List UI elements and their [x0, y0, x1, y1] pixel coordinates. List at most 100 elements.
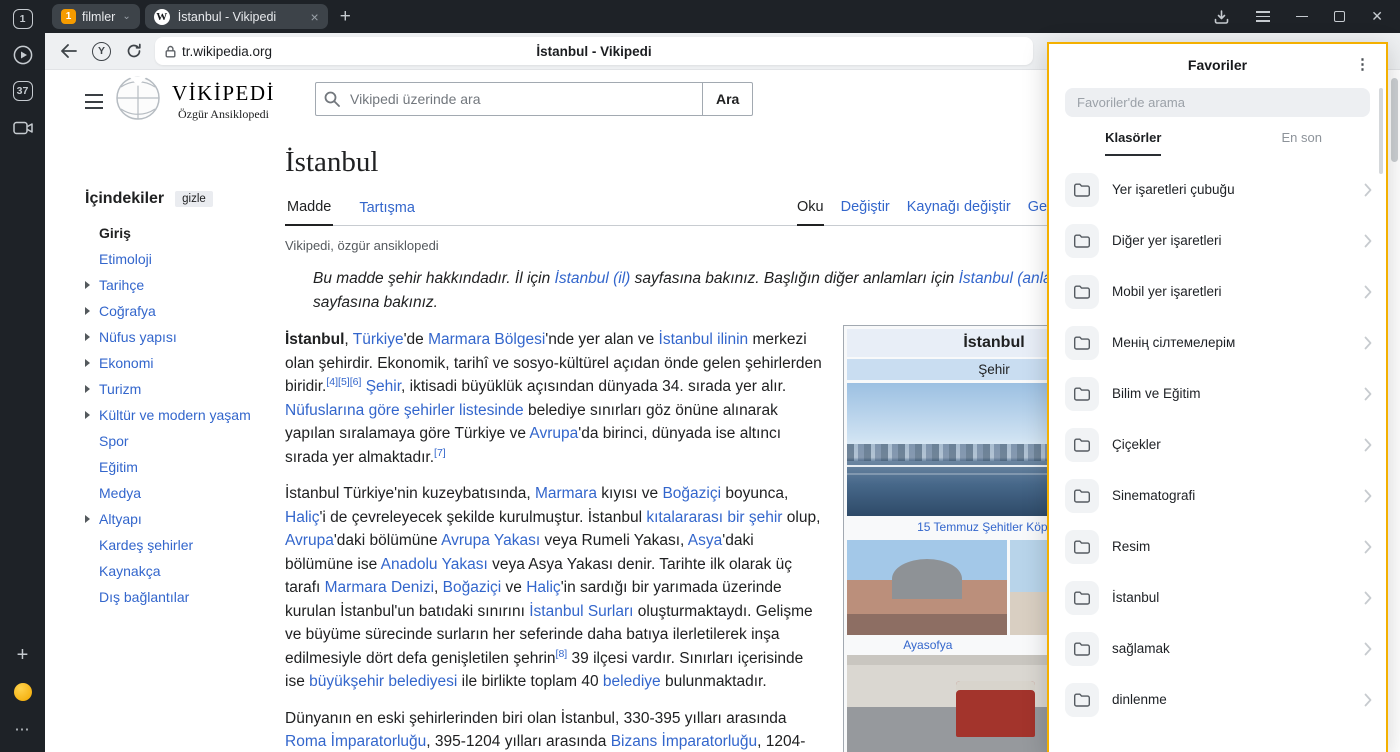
article-link[interactable]: Haliç: [526, 579, 560, 596]
toc-item-label[interactable]: Coğrafya: [99, 303, 156, 319]
downloads-icon[interactable]: [1213, 9, 1230, 25]
article-link[interactable]: Haliç: [285, 509, 319, 526]
toc-expand-icon[interactable]: [85, 515, 99, 523]
toc-item-label[interactable]: Kaynakça: [99, 563, 160, 579]
toc-item[interactable]: Turizm: [85, 376, 290, 402]
article-link[interactable]: [4][5][6]: [326, 376, 361, 388]
toc-item-label[interactable]: Medya: [99, 485, 141, 501]
favorites-folder-row[interactable]: Bilim ve Eğitim: [1049, 368, 1386, 419]
toc-item[interactable]: Medya: [85, 480, 290, 506]
toc-item[interactable]: Altyapı: [85, 506, 290, 532]
favorites-folder-row[interactable]: Çiçekler: [1049, 419, 1386, 470]
favorites-search-input[interactable]: [1065, 88, 1370, 117]
infobox-caption-ayasofya[interactable]: Ayasofya: [847, 638, 1009, 652]
toc-item[interactable]: Kaynakça: [85, 558, 290, 584]
tab-istanbul-vikipedi[interactable]: W İstanbul - Vikipedi ×: [145, 4, 328, 29]
favorites-folder-row[interactable]: Менің сілтемелерім: [1049, 317, 1386, 368]
article-link[interactable]: Nüfuslarına göre şehirler listesinde: [285, 402, 524, 419]
favorites-folder-row[interactable]: Resim: [1049, 521, 1386, 572]
wiki-wordmark[interactable]: VİKİPEDİ Özgür Ansiklopedi: [172, 81, 275, 122]
add-icon[interactable]: +: [12, 644, 34, 666]
favorites-folder-row[interactable]: Diğer yer işaretleri: [1049, 215, 1386, 266]
article-link[interactable]: belediye: [603, 673, 661, 690]
favorites-scrollbar-thumb[interactable]: [1379, 88, 1383, 174]
article-link[interactable]: Roma İmparatorluğu: [285, 733, 426, 750]
alice-assistant-icon[interactable]: [12, 681, 34, 703]
toc-expand-icon[interactable]: [85, 359, 99, 367]
favorites-folder-row[interactable]: Mobil yer işaretleri: [1049, 266, 1386, 317]
toc-item-label[interactable]: Ekonomi: [99, 355, 153, 371]
toc-item[interactable]: Coğrafya: [85, 298, 290, 324]
article-link[interactable]: Boğaziçi: [443, 579, 502, 596]
favorites-tab[interactable]: En son: [1218, 130, 1387, 156]
article-link[interactable]: Şehir: [366, 378, 401, 395]
article-link[interactable]: İstanbul ilinin: [659, 331, 749, 348]
toc-item[interactable]: Eğitim: [85, 454, 290, 480]
article-link[interactable]: İstanbul (il): [555, 270, 631, 287]
toc-item-label[interactable]: Kardeş şehirler: [99, 537, 193, 553]
toc-item-label[interactable]: Turizm: [99, 381, 141, 397]
article-view-link[interactable]: Oku: [797, 199, 824, 226]
article-link[interactable]: Bizans İmparatorluğu: [611, 733, 757, 750]
video-camera-icon[interactable]: [12, 116, 34, 138]
infobox-image-ayasofya[interactable]: [847, 540, 1007, 635]
back-icon[interactable]: [60, 44, 77, 58]
toc-hide-button[interactable]: gizle: [175, 191, 213, 207]
toc-item[interactable]: Ekonomi: [85, 350, 290, 376]
article-link[interactable]: [8]: [556, 647, 568, 659]
article-link[interactable]: Marmara Denizi: [325, 579, 434, 596]
lock-icon[interactable]: [165, 45, 176, 58]
toc-item[interactable]: Kardeş şehirler: [85, 532, 290, 558]
toc-item-label[interactable]: Spor: [99, 433, 129, 449]
toc-expand-icon[interactable]: [85, 333, 99, 341]
toc-item-label[interactable]: Kültür ve modern yaşam: [99, 407, 251, 423]
article-link[interactable]: Asya: [688, 532, 722, 549]
toc-item[interactable]: Kültür ve modern yaşam: [85, 402, 290, 428]
article-link[interactable]: kıtalararası bir şehir: [646, 509, 782, 526]
article-tab[interactable]: Madde: [285, 199, 333, 226]
kebab-menu-icon[interactable]: ⋮: [1355, 55, 1370, 73]
favorites-folder-row[interactable]: Sinematografi: [1049, 470, 1386, 521]
article-link[interactable]: büyükşehir belediyesi: [309, 673, 457, 690]
article-link[interactable]: Anadolu Yakası: [381, 556, 488, 573]
article-link[interactable]: İstanbul Surları: [529, 603, 633, 620]
toc-item[interactable]: Nüfus yapısı: [85, 324, 290, 350]
article-link[interactable]: Avrupa: [285, 532, 334, 549]
toc-item-label[interactable]: Tarihçe: [99, 277, 144, 293]
article-link[interactable]: Avrupa Yakası: [441, 532, 540, 549]
toc-item[interactable]: Dış bağlantılar: [85, 584, 290, 610]
tab-counter-icon[interactable]: 1: [13, 9, 33, 29]
more-icon[interactable]: ⋯: [12, 718, 34, 740]
play-icon[interactable]: [12, 44, 34, 66]
article-link[interactable]: Avrupa: [529, 425, 578, 442]
toc-expand-icon[interactable]: [85, 307, 99, 315]
wiki-search-button[interactable]: Ara: [703, 82, 753, 116]
favorites-folder-row[interactable]: sağlamak: [1049, 623, 1386, 674]
hamburger-menu-icon[interactable]: [85, 94, 103, 109]
menu-icon[interactable]: [1256, 11, 1270, 22]
favorites-folder-row[interactable]: İstanbul: [1049, 572, 1386, 623]
refresh-icon[interactable]: [126, 43, 142, 59]
article-view-link[interactable]: Değiştir: [841, 199, 890, 226]
article-link[interactable]: Türkiye: [353, 331, 404, 348]
favorites-tab[interactable]: Klasörler: [1049, 130, 1218, 156]
toc-expand-icon[interactable]: [85, 385, 99, 393]
tab-close-icon[interactable]: ×: [311, 9, 319, 25]
maximize-icon[interactable]: [1334, 11, 1345, 22]
article-link[interactable]: [7]: [434, 446, 446, 458]
page-scrollbar-thumb[interactable]: [1391, 78, 1398, 162]
yandex-services-icon[interactable]: Y: [92, 42, 111, 61]
toc-item-label[interactable]: Etimoloji: [99, 251, 152, 267]
tab-group-filmler[interactable]: 1 filmler ⌄: [52, 4, 140, 29]
close-window-icon[interactable]: ✕: [1371, 8, 1383, 25]
article-link[interactable]: Marmara Bölgesi: [428, 331, 545, 348]
toc-item[interactable]: Spor: [85, 428, 290, 454]
wiki-search-input[interactable]: [315, 82, 703, 116]
toc-expand-icon[interactable]: [85, 281, 99, 289]
toc-item-label[interactable]: Nüfus yapısı: [99, 329, 177, 345]
new-tab-button[interactable]: +: [340, 6, 351, 28]
toc-item[interactable]: Tarihçe: [85, 272, 290, 298]
article-link[interactable]: Boğaziçi: [662, 485, 721, 502]
minimize-icon[interactable]: [1296, 16, 1308, 18]
toc-item-label[interactable]: Altyapı: [99, 511, 142, 527]
